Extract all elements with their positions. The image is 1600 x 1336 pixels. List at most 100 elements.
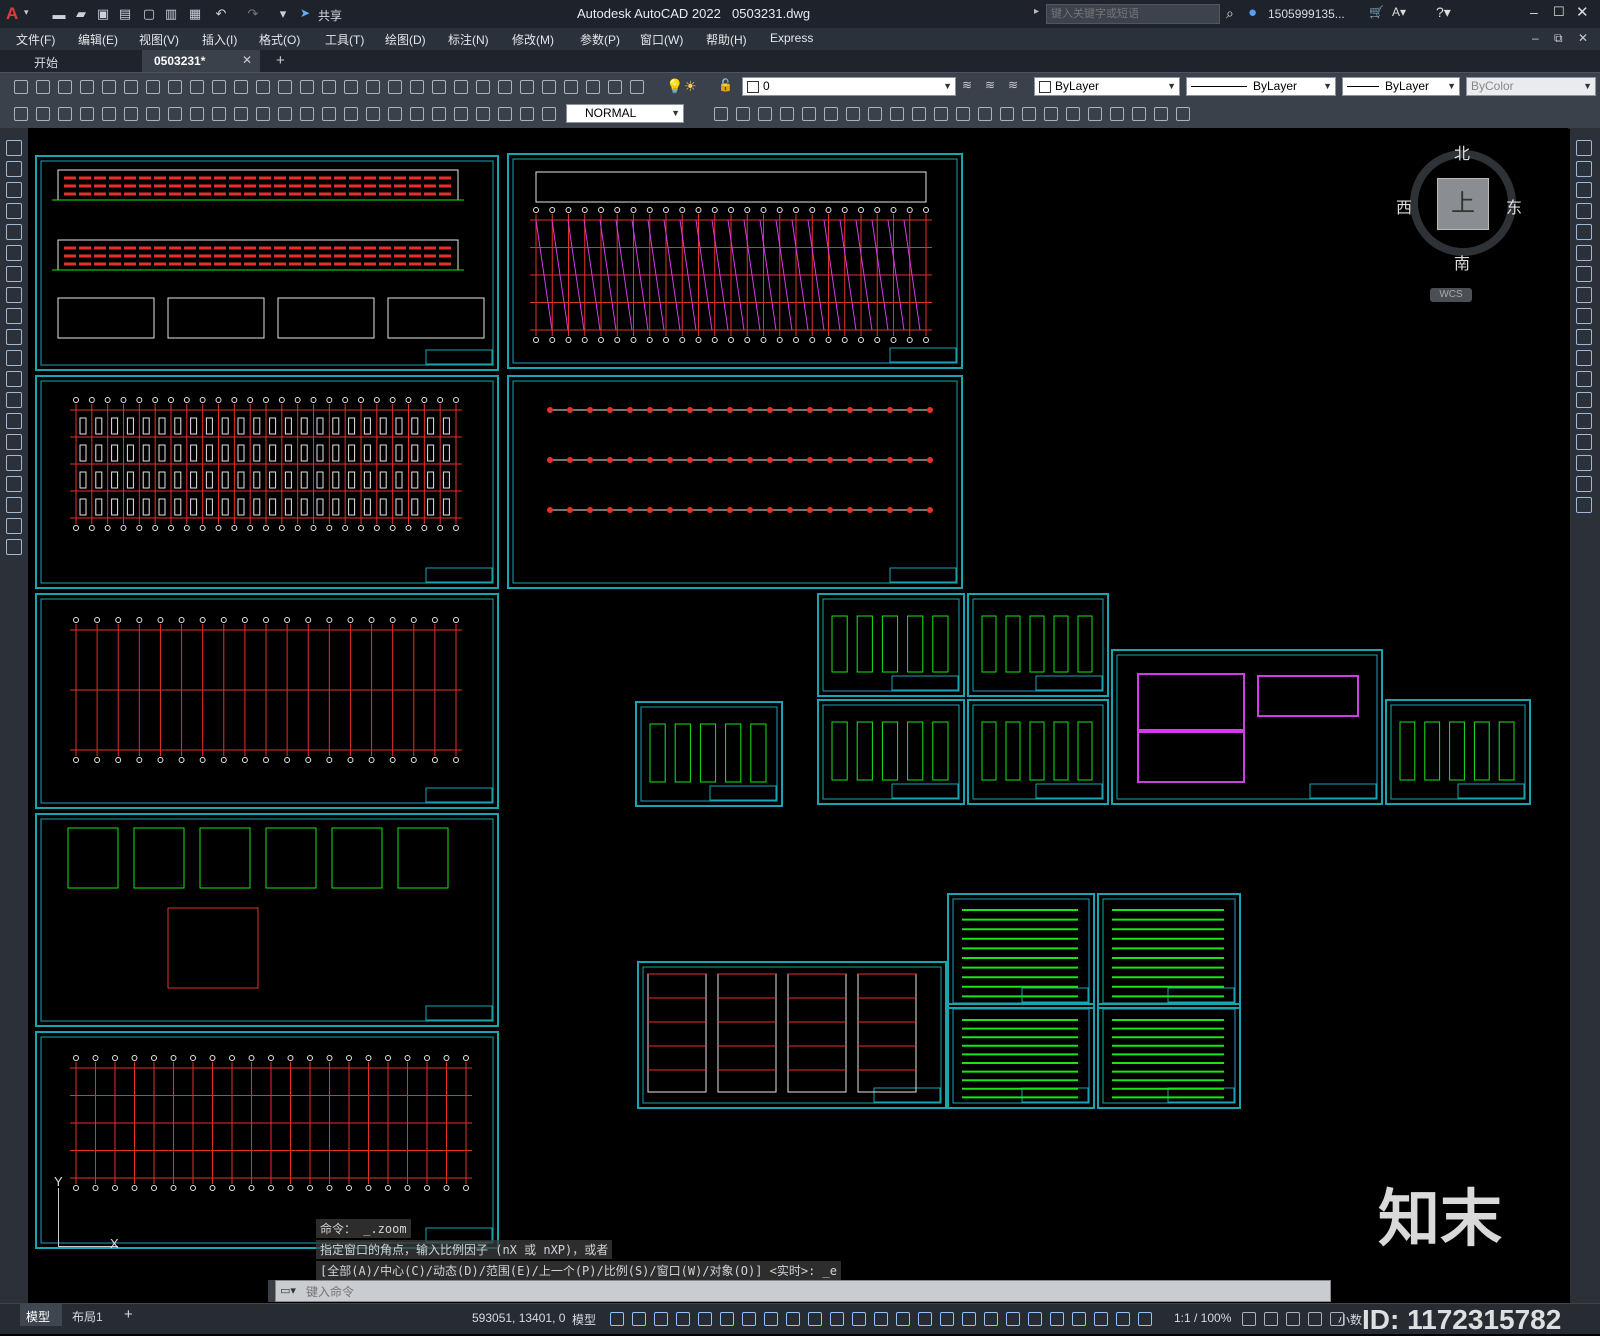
modify-tool-2-icon[interactable]: [1576, 182, 1592, 198]
wcs-menu[interactable]: WCS: [1430, 288, 1472, 302]
draw-tool-9-icon[interactable]: [6, 329, 22, 345]
standard-tool-23-icon[interactable]: [518, 78, 536, 96]
status-toggle-21-icon[interactable]: [1070, 1310, 1088, 1328]
modify-tool-8-icon[interactable]: [1576, 308, 1592, 324]
modify-tool-11-icon[interactable]: [954, 105, 972, 123]
compass-north[interactable]: 北: [1454, 140, 1470, 164]
autocad-logo-icon[interactable]: A: [6, 4, 18, 24]
redo-icon[interactable]: ↷: [244, 5, 262, 23]
dimension-tool-15-icon[interactable]: [342, 105, 360, 123]
save-as-icon[interactable]: ▤: [116, 5, 134, 23]
status-toggle-19-icon[interactable]: [1026, 1310, 1044, 1328]
help-icon[interactable]: ?▾: [1436, 4, 1451, 21]
status-toggle-3-icon[interactable]: [674, 1310, 692, 1328]
draw-tool-1-icon[interactable]: [6, 161, 22, 177]
draw-tool-3-icon[interactable]: [6, 203, 22, 219]
status-toggle-13-icon[interactable]: [894, 1310, 912, 1328]
standard-tool-12-icon[interactable]: [276, 78, 294, 96]
menu-format[interactable]: 格式(O): [259, 31, 300, 48]
standard-tool-20-icon[interactable]: [452, 78, 470, 96]
status-toggle-15-icon[interactable]: [938, 1310, 956, 1328]
modify-tool-15-icon[interactable]: [1042, 105, 1060, 123]
standard-tool-21-icon[interactable]: [474, 78, 492, 96]
dimension-tool-2-icon[interactable]: [56, 105, 74, 123]
modify-tool-1-icon[interactable]: [734, 105, 752, 123]
status-toggle-7-icon[interactable]: [762, 1310, 780, 1328]
maximize-icon[interactable]: ☐: [1553, 4, 1565, 20]
modify-tool-8-icon[interactable]: [888, 105, 906, 123]
draw-tool-13-icon[interactable]: [6, 413, 22, 429]
command-prompt-icon[interactable]: ▭▾: [280, 1284, 296, 1297]
status-toggle-27-icon[interactable]: [1284, 1310, 1302, 1328]
standard-tool-1-icon[interactable]: [34, 78, 52, 96]
modify-tool-13-icon[interactable]: [998, 105, 1016, 123]
dimension-tool-24-icon[interactable]: [540, 105, 558, 123]
layer-props-icon[interactable]: ≋: [962, 78, 972, 92]
minimize-icon[interactable]: –: [1530, 4, 1538, 20]
status-toggle-20-icon[interactable]: [1048, 1310, 1066, 1328]
status-toggle-12-icon[interactable]: [872, 1310, 890, 1328]
standard-tool-2-icon[interactable]: [56, 78, 74, 96]
modify-tool-13-icon[interactable]: [1576, 413, 1592, 429]
modify-tool-12-icon[interactable]: [1576, 392, 1592, 408]
dimension-tool-23-icon[interactable]: [518, 105, 536, 123]
draw-tool-0-icon[interactable]: [6, 140, 22, 156]
linetype-dropdown[interactable]: ByLayer ▼: [1186, 77, 1336, 96]
tab-start[interactable]: 开始: [0, 50, 140, 72]
menu-modify[interactable]: 修改(M): [512, 31, 554, 48]
modify-tool-10-icon[interactable]: [932, 105, 950, 123]
standard-tool-4-icon[interactable]: [100, 78, 118, 96]
modify-tool-9-icon[interactable]: [910, 105, 928, 123]
menu-parametric[interactable]: 参数(P): [580, 31, 620, 48]
draw-tool-10-icon[interactable]: [6, 350, 22, 366]
status-toggle-0-icon[interactable]: [608, 1310, 626, 1328]
viewcube[interactable]: 上 北 南 东 西: [1396, 144, 1524, 273]
dimension-tool-1-icon[interactable]: [34, 105, 52, 123]
dimension-tool-20-icon[interactable]: [452, 105, 470, 123]
layer-bulb-icon[interactable]: 💡: [666, 78, 683, 95]
color-dropdown[interactable]: ByLayer ▼: [1034, 77, 1180, 96]
modify-tool-21-icon[interactable]: [1174, 105, 1192, 123]
quick-access-more-icon[interactable]: ▾: [274, 5, 292, 23]
draw-tool-16-icon[interactable]: [6, 476, 22, 492]
annotation-scale[interactable]: 1:1 / 100%: [1174, 1311, 1231, 1325]
layout-tab-layout1[interactable]: 布局1: [72, 1308, 103, 1325]
layer-previous-icon[interactable]: ≋: [1008, 78, 1018, 92]
standard-tool-15-icon[interactable]: [342, 78, 360, 96]
dimension-tool-18-icon[interactable]: [408, 105, 426, 123]
dimension-tool-19-icon[interactable]: [430, 105, 448, 123]
draw-tool-17-icon[interactable]: [6, 497, 22, 513]
status-toggle-18-icon[interactable]: [1004, 1310, 1022, 1328]
add-layout-button[interactable]: +: [124, 1306, 133, 1323]
standard-tool-9-icon[interactable]: [210, 78, 228, 96]
status-toggle-28-icon[interactable]: [1306, 1310, 1324, 1328]
standard-tool-25-icon[interactable]: [562, 78, 580, 96]
modify-tool-20-icon[interactable]: [1152, 105, 1170, 123]
menu-insert[interactable]: 插入(I): [202, 31, 237, 48]
standard-tool-27-icon[interactable]: [606, 78, 624, 96]
modify-tool-12-icon[interactable]: [976, 105, 994, 123]
standard-tool-22-icon[interactable]: [496, 78, 514, 96]
status-toggle-4-icon[interactable]: [696, 1310, 714, 1328]
dimension-tool-14-icon[interactable]: [320, 105, 338, 123]
status-toggle-17-icon[interactable]: [982, 1310, 1000, 1328]
status-toggle-22-icon[interactable]: [1092, 1310, 1110, 1328]
draw-tool-5-icon[interactable]: [6, 245, 22, 261]
modify-tool-14-icon[interactable]: [1020, 105, 1038, 123]
modify-tool-4-icon[interactable]: [1576, 224, 1592, 240]
layer-sun-icon[interactable]: ☀: [684, 78, 697, 95]
print-icon[interactable]: ▦: [186, 5, 204, 23]
status-toggle-6-icon[interactable]: [740, 1310, 758, 1328]
save-web-icon[interactable]: ▥: [162, 5, 180, 23]
standard-tool-8-icon[interactable]: [188, 78, 206, 96]
compass-east[interactable]: 东: [1506, 194, 1522, 218]
dimension-tool-22-icon[interactable]: [496, 105, 514, 123]
dimension-tool-3-icon[interactable]: [78, 105, 96, 123]
status-toggle-11-icon[interactable]: [850, 1310, 868, 1328]
dimension-tool-16-icon[interactable]: [364, 105, 382, 123]
status-toggle-14-icon[interactable]: [916, 1310, 934, 1328]
status-toggle-23-icon[interactable]: [1114, 1310, 1132, 1328]
dimension-tool-13-icon[interactable]: [298, 105, 316, 123]
command-input-field[interactable]: [304, 1282, 1308, 1302]
make-current-icon[interactable]: ≋: [985, 78, 995, 92]
